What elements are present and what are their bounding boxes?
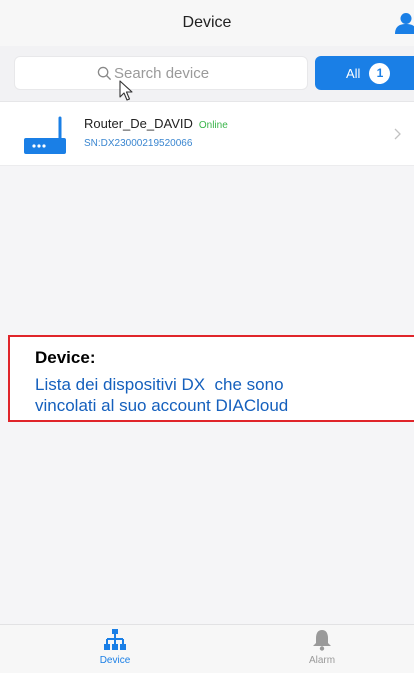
- chevron-right-icon: [394, 128, 401, 140]
- top-bar: Device: [0, 0, 414, 46]
- network-icon: [104, 629, 126, 650]
- search-row: Search device All 1: [0, 46, 414, 102]
- tab-device-label: Device: [99, 655, 131, 666]
- search-input[interactable]: Search device: [14, 56, 308, 90]
- search-placeholder-group: Search device: [97, 65, 209, 82]
- device-count-badge: 1: [369, 62, 391, 84]
- filter-all-label: All: [346, 65, 361, 81]
- filter-all-button[interactable]: All 1: [315, 56, 414, 90]
- bell-icon: [313, 630, 331, 651]
- page-title: Device: [182, 14, 232, 31]
- tab-alarm-label: Alarm: [308, 655, 336, 666]
- device-status: Online: [198, 120, 228, 131]
- annotation-callout: Device: Lista dei dispositivi DX che son…: [8, 335, 414, 422]
- search-icon: [97, 66, 112, 81]
- user-icon[interactable]: [394, 12, 414, 34]
- callout-title: Device:: [35, 348, 96, 367]
- tab-alarm[interactable]: Alarm: [262, 627, 382, 672]
- device-name: Router_De_DAVID Online: [84, 116, 228, 131]
- router-icon: [24, 116, 66, 154]
- callout-text: Lista dei dispositivi DX che sono vincol…: [35, 375, 289, 415]
- device-screen: Device Search device All 1 Router_De_DAV…: [0, 0, 414, 673]
- device-list-item[interactable]: Router_De_DAVID Online SN:DX2300021952006…: [0, 102, 414, 166]
- mouse-cursor-icon: [119, 80, 133, 101]
- tab-device[interactable]: Device: [55, 627, 175, 672]
- device-serial-number: SN:DX23000219520066: [84, 138, 193, 149]
- device-name-text: Router_De_DAVID: [84, 116, 193, 131]
- bottom-tab-bar: Device Alarm: [0, 624, 414, 673]
